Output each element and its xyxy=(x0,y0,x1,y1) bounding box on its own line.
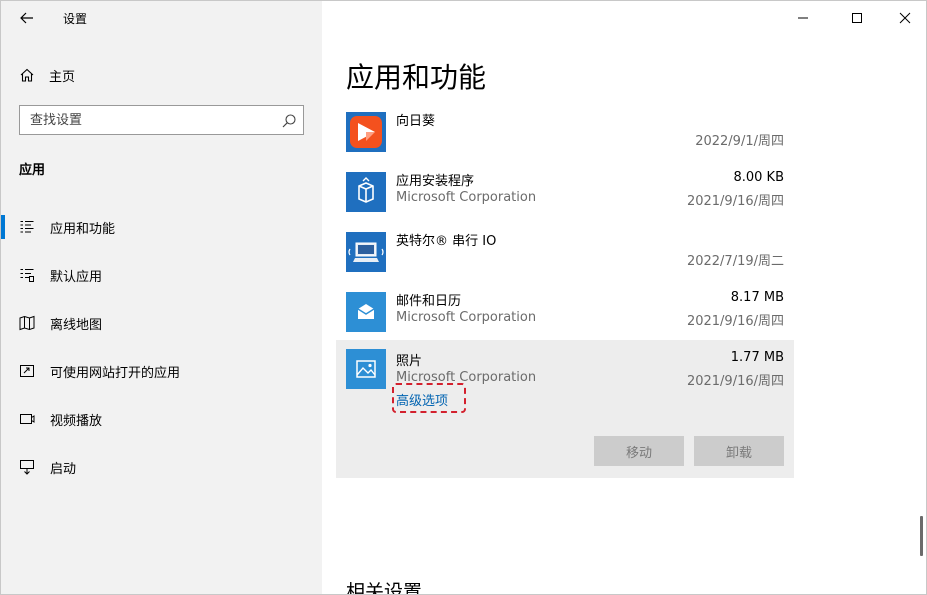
maximize-button[interactable] xyxy=(834,1,880,35)
app-install-date: 2021/9/16/周四 xyxy=(686,314,784,329)
app-size: 8.00 KB xyxy=(733,170,784,185)
app-install-date: 2022/9/1/周四 xyxy=(695,134,784,149)
app-installer-icon xyxy=(346,172,386,212)
home-icon xyxy=(20,68,34,82)
app-size: 1.77 MB xyxy=(730,350,784,365)
sidebar-item-default-apps[interactable]: 默认应用 xyxy=(1,258,322,292)
app-size: 8.17 MB xyxy=(730,290,784,305)
sidebar: 设置 主页 应用 应用和功能 xyxy=(1,1,322,594)
sidebar-item-video-playback[interactable]: 视频播放 xyxy=(1,402,322,436)
startup-icon xyxy=(20,460,34,475)
minimize-icon xyxy=(798,17,808,19)
video-playback-icon xyxy=(20,414,35,424)
app-name: 邮件和日历 xyxy=(396,294,462,309)
highlight-annotation xyxy=(392,383,466,413)
main-content: 应用和功能 向日葵 2022/9/1/周四 应用安装程序 Microsoft C… xyxy=(322,1,926,595)
section-heading-apps: 应用 xyxy=(19,163,46,178)
default-apps-icon xyxy=(20,268,34,282)
app-publisher: Microsoft Corporation xyxy=(396,310,537,325)
close-button[interactable] xyxy=(882,1,926,35)
back-arrow-icon xyxy=(20,12,33,24)
photos-icon xyxy=(346,349,386,389)
scrollbar-thumb[interactable] xyxy=(920,516,923,556)
app-list-item[interactable]: 英特尔® 串行 IO 2022/7/19/周二 xyxy=(336,229,794,289)
app-name: 照片 xyxy=(396,354,423,369)
search-input[interactable] xyxy=(20,106,280,134)
sidebar-item-apps-for-websites[interactable]: 可使用网站打开的应用 xyxy=(1,354,322,388)
sidebar-item-label: 应用和功能 xyxy=(50,222,116,237)
app-install-date: 2021/9/16/周四 xyxy=(686,374,784,389)
active-indicator xyxy=(1,215,5,239)
sidebar-item-label: 启动 xyxy=(50,462,77,477)
minimize-button[interactable] xyxy=(780,1,826,35)
search-box[interactable] xyxy=(19,105,304,135)
sidebar-item-apps-features[interactable]: 应用和功能 xyxy=(1,210,322,244)
intel-serial-io-icon xyxy=(346,232,386,272)
sidebar-item-label: 离线地图 xyxy=(50,318,103,333)
page-title: 应用和功能 xyxy=(346,61,487,94)
sidebar-home-label: 主页 xyxy=(49,69,76,85)
app-install-date: 2021/9/16/周四 xyxy=(686,194,784,209)
window-title: 设置 xyxy=(63,12,88,26)
settings-window: 设置 主页 应用 应用和功能 xyxy=(0,0,927,595)
apps-for-websites-icon xyxy=(20,365,34,377)
sidebar-item-home[interactable]: 主页 xyxy=(19,64,75,86)
sidebar-item-offline-maps[interactable]: 离线地图 xyxy=(1,306,322,340)
related-settings-heading: 相关设置 xyxy=(346,581,423,595)
app-name: 向日葵 xyxy=(396,114,436,129)
sidebar-item-label: 默认应用 xyxy=(50,270,103,285)
uninstall-button[interactable]: 卸载 xyxy=(694,436,784,466)
mail-calendar-icon xyxy=(346,292,386,332)
close-icon xyxy=(899,12,911,24)
sidebar-item-label: 视频播放 xyxy=(50,414,103,429)
app-list-item[interactable]: 向日葵 2022/9/1/周四 xyxy=(336,109,794,169)
app-list-item[interactable]: 应用安装程序 Microsoft Corporation 8.00 KB 202… xyxy=(336,169,794,229)
maximize-icon xyxy=(852,13,862,23)
back-button[interactable] xyxy=(14,5,40,31)
sidebar-item-label: 可使用网站打开的应用 xyxy=(50,366,181,381)
app-list-item-selected[interactable]: 照片 Microsoft Corporation 1.77 MB 2021/9/… xyxy=(336,340,794,478)
app-name: 英特尔® 串行 IO xyxy=(396,234,497,249)
search-icon[interactable] xyxy=(281,113,297,129)
move-button[interactable]: 移动 xyxy=(594,436,684,466)
sunlogin-icon xyxy=(346,112,386,152)
apps-features-icon xyxy=(20,220,34,233)
sidebar-item-startup[interactable]: 启动 xyxy=(1,450,322,484)
app-publisher: Microsoft Corporation xyxy=(396,190,537,205)
app-install-date: 2022/7/19/周二 xyxy=(686,254,784,269)
app-name: 应用安装程序 xyxy=(396,174,475,189)
offline-maps-icon xyxy=(19,315,35,331)
